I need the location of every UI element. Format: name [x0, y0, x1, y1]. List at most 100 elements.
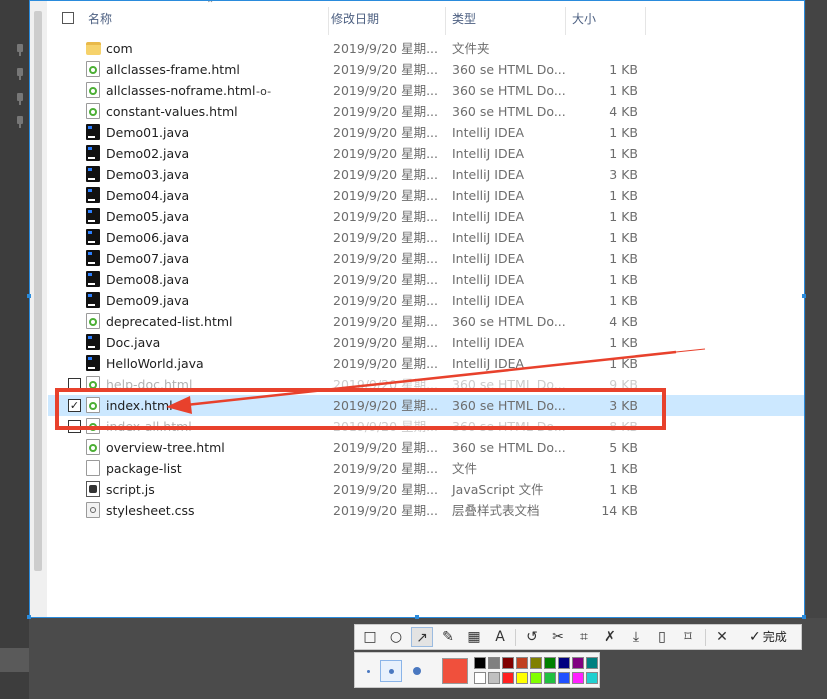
- pencil-icon[interactable]: ✎: [437, 627, 459, 647]
- color-swatch[interactable]: [474, 657, 486, 669]
- color-swatch[interactable]: [488, 657, 500, 669]
- file-name: script.js: [106, 482, 155, 497]
- crop-icon[interactable]: ⌗: [573, 627, 595, 647]
- color-swatch[interactable]: [544, 657, 556, 669]
- file-row[interactable]: Doc.java 2019/9/20 星期... IntelliJ IDEA 1 KB: [48, 332, 804, 353]
- file-type: IntelliJ IDEA: [452, 335, 525, 350]
- mosaic-icon[interactable]: ▦: [463, 627, 485, 647]
- row-checkbox[interactable]: [68, 420, 81, 433]
- file-row[interactable]: Demo03.java 2019/9/20 星期... IntelliJ IDEA 3…: [48, 164, 804, 185]
- file-row[interactable]: stylesheet.css 2019/9/20 星期... 层叠样式表文档 14 K…: [48, 500, 804, 521]
- column-header: 名称 ⌃ 修改日期 类型 大小: [48, 1, 804, 37]
- file-row[interactable]: Demo02.java 2019/9/20 星期... IntelliJ IDEA 1…: [48, 143, 804, 164]
- column-divider[interactable]: [565, 7, 566, 35]
- size-small-option[interactable]: [367, 670, 370, 673]
- arrow-icon[interactable]: ↗: [411, 627, 433, 647]
- file-row[interactable]: script.js 2019/9/20 星期... JavaScript 文件 1 K…: [48, 479, 804, 500]
- file-type: IntelliJ IDEA: [452, 356, 525, 371]
- column-name[interactable]: 名称: [88, 1, 112, 37]
- color-swatch[interactable]: [516, 672, 528, 684]
- file-row[interactable]: HelloWorld.java 2019/9/20 星期... IntelliJ I…: [48, 353, 804, 374]
- download-icon[interactable]: ⤓: [625, 627, 647, 647]
- file-row[interactable]: package-list 2019/9/20 星期... 文件 1 KB: [48, 458, 804, 479]
- file-name: help-doc.html: [106, 377, 193, 392]
- done-button[interactable]: ✓ 完成: [749, 627, 787, 647]
- column-divider[interactable]: [328, 7, 329, 35]
- file-date: 2019/9/20 星期...: [333, 503, 438, 518]
- file-row[interactable]: help-doc.html 2019/9/20 星期... 360 se HTML …: [48, 374, 804, 395]
- file-row[interactable]: Demo09.java 2019/9/20 星期... IntelliJ IDEA 1…: [48, 290, 804, 311]
- file-row[interactable]: Demo06.java 2019/9/20 星期... IntelliJ IDEA 1…: [48, 227, 804, 248]
- size-medium-option[interactable]: [380, 660, 402, 682]
- phone-icon[interactable]: ▯: [651, 627, 673, 647]
- text-icon[interactable]: A: [489, 627, 511, 647]
- color-swatch[interactable]: [474, 672, 486, 684]
- undo-icon[interactable]: ↺: [521, 627, 543, 647]
- close-icon[interactable]: ✕: [711, 627, 733, 647]
- color-swatch[interactable]: [544, 672, 556, 684]
- color-swatch[interactable]: [586, 672, 598, 684]
- file-date: 2019/9/20 星期...: [333, 41, 438, 56]
- background-panel: [0, 648, 29, 672]
- file-size: 1 KB: [609, 146, 638, 161]
- file-size: 1 KB: [609, 83, 638, 98]
- bookmark-icon[interactable]: ⌑: [677, 627, 699, 647]
- file-row[interactable]: index-all.html 2019/9/20 星期... 360 se HTML…: [48, 416, 804, 437]
- file-date: 2019/9/20 星期...: [333, 251, 438, 266]
- file-row[interactable]: com 2019/9/20 星期... 文件夹: [48, 38, 804, 59]
- row-checkbox[interactable]: [68, 378, 81, 391]
- file-row[interactable]: Demo08.java 2019/9/20 星期... IntelliJ IDEA 1…: [48, 269, 804, 290]
- html-file-icon: [86, 439, 100, 455]
- rectangle-icon[interactable]: □: [359, 627, 381, 647]
- current-color-swatch: [442, 658, 468, 684]
- ellipse-icon[interactable]: ○: [385, 627, 407, 647]
- file-type: 文件: [452, 461, 478, 476]
- file-row[interactable]: Demo07.java 2019/9/20 星期... IntelliJ IDEA 1…: [48, 248, 804, 269]
- column-divider[interactable]: [445, 7, 446, 35]
- file-row[interactable]: ✓ index.html 2019/9/20 星期... 360 se HTML Do…: [48, 395, 804, 416]
- color-swatch[interactable]: [488, 672, 500, 684]
- file-row[interactable]: Demo04.java 2019/9/20 星期... IntelliJ IDEA 1…: [48, 185, 804, 206]
- pin-icon[interactable]: ✗: [599, 627, 621, 647]
- color-swatch[interactable]: [530, 672, 542, 684]
- java-file-icon: [86, 229, 100, 245]
- file-row[interactable]: overview-tree.html 2019/9/20 星期... 360 se …: [48, 437, 804, 458]
- file-row[interactable]: allclasses-noframe.html 2019/9/20 星期... 36…: [48, 80, 804, 101]
- file-row[interactable]: constant-values.html 2019/9/20 星期... 360 s…: [48, 101, 804, 122]
- column-type[interactable]: 类型: [452, 1, 476, 37]
- column-modified[interactable]: 修改日期: [331, 1, 379, 37]
- color-swatch[interactable]: [572, 657, 584, 669]
- scissors-icon[interactable]: ✂: [547, 627, 569, 647]
- file-date: 2019/9/20 星期...: [333, 146, 438, 161]
- color-swatch[interactable]: [502, 672, 514, 684]
- select-all-checkbox[interactable]: [62, 12, 74, 24]
- toolbar-divider: [705, 629, 706, 646]
- color-swatch[interactable]: [572, 672, 584, 684]
- file-size: 1 KB: [609, 356, 638, 371]
- column-divider[interactable]: [645, 7, 646, 35]
- file-row[interactable]: deprecated-list.html 2019/9/20 星期... 360 s…: [48, 311, 804, 332]
- file-row[interactable]: allclasses-frame.html 2019/9/20 星期... 360 …: [48, 59, 804, 80]
- file-name: Demo09.java: [106, 293, 190, 308]
- file-row[interactable]: Demo01.java 2019/9/20 星期... IntelliJ IDEA 1…: [48, 122, 804, 143]
- pin-icon: [17, 93, 23, 105]
- file-name: constant-values.html: [106, 104, 238, 119]
- file-name: package-list: [106, 461, 182, 476]
- scrollbar[interactable]: [30, 1, 47, 617]
- java-file-icon: [86, 250, 100, 266]
- file-size: 1 KB: [609, 62, 638, 77]
- scrollbar-thumb[interactable]: [34, 11, 42, 571]
- color-swatch[interactable]: [530, 657, 542, 669]
- color-swatch[interactable]: [586, 657, 598, 669]
- column-size[interactable]: 大小: [572, 1, 596, 37]
- file-row[interactable]: Demo05.java 2019/9/20 星期... IntelliJ IDEA 1…: [48, 206, 804, 227]
- size-large-option[interactable]: [413, 667, 421, 675]
- color-swatch[interactable]: [558, 657, 570, 669]
- color-swatch[interactable]: [558, 672, 570, 684]
- row-checkbox[interactable]: ✓: [68, 399, 81, 412]
- java-file-icon: [86, 334, 100, 350]
- java-file-icon: [86, 271, 100, 287]
- color-swatch[interactable]: [516, 657, 528, 669]
- color-swatch[interactable]: [502, 657, 514, 669]
- file-type: 360 se HTML Do...: [452, 314, 566, 329]
